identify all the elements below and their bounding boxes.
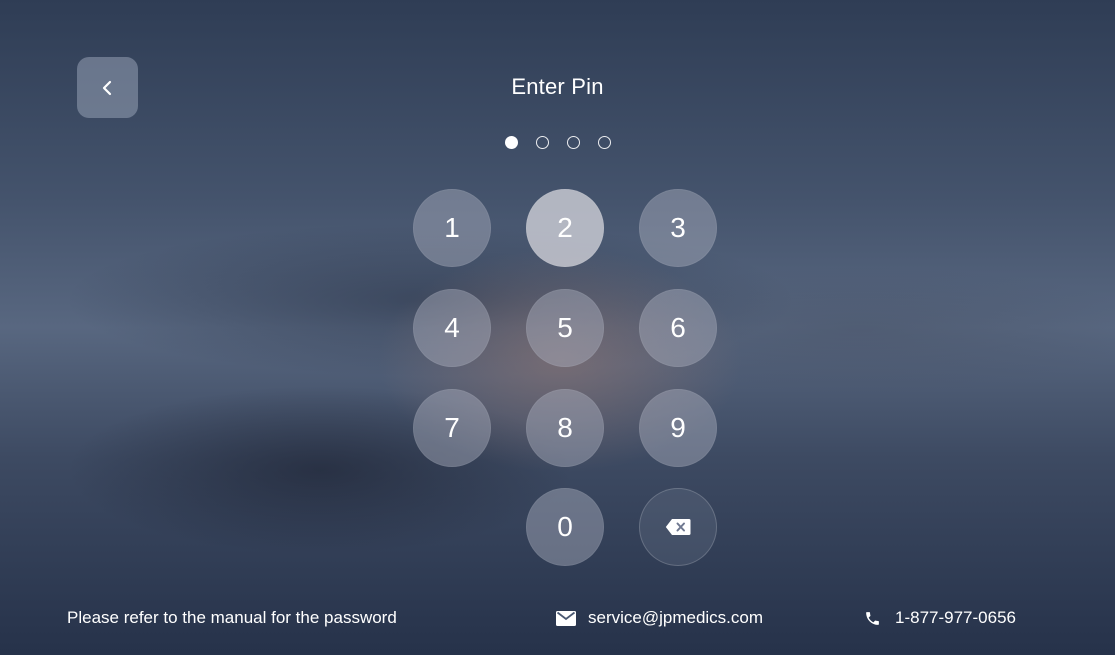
email-text: service@jpmedics.com [588,608,764,627]
pin-dot-2 [535,136,549,149]
key-5[interactable]: 5 [526,289,604,367]
key-7[interactable]: 7 [413,389,491,467]
pin-dot-3 [566,136,580,149]
pin-entry-screen: Enter Pin 1 2 3 4 5 6 7 8 9 0 Please ref… [0,0,1115,655]
key-0[interactable]: 0 [526,488,604,566]
key-1[interactable]: 1 [413,189,491,267]
envelope-icon [556,610,576,626]
phone-text: 1-877-977-0656 [895,608,1016,627]
pin-dot-4 [597,136,611,149]
key-8[interactable]: 8 [526,389,604,467]
footer: Please refer to the manual for the passw… [0,604,1115,634]
key-3[interactable]: 3 [639,189,717,267]
backspace-icon [665,519,691,535]
key-6[interactable]: 6 [639,289,717,367]
phone-icon [866,611,879,625]
page-title: Enter Pin [511,74,604,99]
email-contact: service@jpmedics.com [556,608,763,628]
delete-button[interactable] [639,488,717,566]
key-9[interactable]: 9 [639,389,717,467]
password-hint: Please refer to the manual for the passw… [67,608,397,627]
pin-indicator [0,136,1115,149]
phone-contact: 1-877-977-0656 [864,608,1016,628]
key-4[interactable]: 4 [413,289,491,367]
key-2[interactable]: 2 [526,189,604,267]
pin-dot-1 [504,136,518,149]
